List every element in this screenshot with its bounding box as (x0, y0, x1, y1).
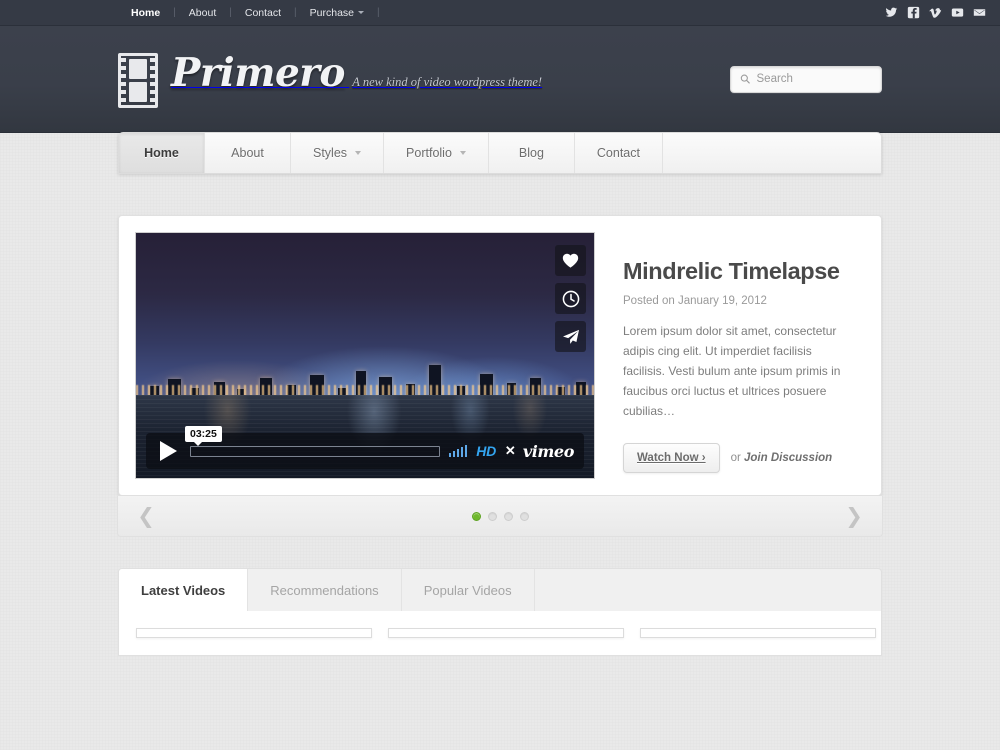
or-label: or (730, 452, 744, 464)
formula-one-race-car-thumbnail[interactable] (640, 628, 876, 638)
search-input[interactable] (756, 73, 872, 85)
site-logo[interactable]: Primero A new kind of video wordpress th… (118, 51, 542, 108)
tab-filler (535, 569, 881, 611)
scrubber[interactable]: 03:25 (185, 425, 441, 457)
tab-bar: Latest Videos Recommendations Popular Vi… (118, 568, 882, 611)
share-plane-icon[interactable] (555, 321, 586, 352)
fullscreen-icon[interactable]: ✕ (505, 443, 516, 459)
featured-date: Posted on January 19, 2012 (623, 295, 767, 307)
nav-filler (663, 133, 881, 173)
nav-item-about[interactable]: About (205, 133, 291, 173)
nav-item-blog-label: Blog (518, 146, 544, 160)
topnav-item-about[interactable]: About (176, 0, 229, 26)
youtube-icon[interactable] (951, 6, 964, 19)
carousel-prev-button[interactable]: ❮ (124, 496, 168, 536)
volume-icon[interactable] (449, 445, 468, 457)
featured-title: Mindrelic Timelapse (623, 258, 840, 284)
email-icon[interactable] (973, 6, 986, 19)
nav-item-blog[interactable]: Blog (489, 133, 575, 173)
tab-latest-videos[interactable]: Latest Videos (119, 569, 249, 611)
watch-later-clock-icon[interactable] (555, 283, 586, 314)
nav-item-portfolio-label: Portfolio (406, 146, 452, 160)
join-discussion-text: or Join Discussion (731, 452, 833, 464)
watch-now-button[interactable]: Watch Now › (623, 443, 720, 473)
social-links (885, 6, 986, 19)
tab-popular-videos[interactable]: Popular Videos (402, 569, 535, 611)
topnav-item-contact[interactable]: Contact (232, 0, 294, 26)
misty-mountains-thumbnail[interactable] (388, 628, 624, 638)
video-duration-tooltip: 03:25 (185, 425, 222, 446)
chevron-down-icon (358, 11, 365, 15)
nav-item-contact-label: Contact (596, 146, 640, 160)
play-button[interactable] (160, 441, 177, 461)
video-control-bar: 03:25 HD ✕ vimeo (146, 425, 584, 469)
featured-text: Mindrelic Timelapse Posted on January 19… (595, 232, 865, 479)
tab-panel (118, 611, 882, 656)
carousel-dot-4[interactable] (519, 511, 529, 521)
nav-item-home[interactable]: Home (119, 133, 205, 173)
carousel-dot-3[interactable] (503, 511, 513, 521)
featured-slide: 03:25 HD ✕ vimeo Mindrelic Timelapse Pos… (118, 215, 882, 496)
top-navigation: Home | About | Contact | Purchase | (118, 0, 380, 26)
carousel-dot-2[interactable] (487, 511, 497, 521)
film-strip-icon (118, 52, 158, 108)
top-bar: Home | About | Contact | Purchase | (0, 0, 1000, 26)
nav-item-styles[interactable]: Styles (291, 133, 385, 173)
featured-excerpt: Lorem ipsum dolor sit amet, consectetur … (623, 324, 841, 418)
carousel-dot-1[interactable] (471, 511, 481, 521)
topnav-item-home[interactable]: Home (118, 0, 173, 26)
nav-item-contact[interactable]: Contact (575, 133, 663, 173)
nav-item-home-label: Home (144, 146, 179, 160)
carousel-next-button[interactable]: ❯ (832, 496, 876, 536)
search-icon (740, 74, 750, 84)
vimeo-icon[interactable] (929, 6, 942, 19)
logo-tagline: A new kind of video wordpress theme! (352, 74, 543, 89)
motocross-rider-thumbnail[interactable] (136, 628, 372, 638)
logo-name: Primero (171, 49, 345, 96)
tab-latest-videos-label: Latest Videos (141, 582, 226, 598)
tab-popular-videos-label: Popular Videos (423, 582, 512, 598)
twitter-icon[interactable] (885, 6, 898, 19)
chevron-down-icon (355, 151, 362, 155)
heart-icon[interactable] (555, 245, 586, 276)
hd-badge[interactable]: HD (476, 443, 496, 459)
tab-recommendations[interactable]: Recommendations (248, 569, 402, 611)
facebook-icon[interactable] (907, 6, 920, 19)
nav-item-about-label: About (231, 146, 264, 160)
carousel-dots (471, 511, 529, 521)
topnav-item-purchase[interactable]: Purchase (297, 0, 377, 26)
featured-video-player[interactable]: 03:25 HD ✕ vimeo (135, 232, 595, 479)
site-header: Primero A new kind of video wordpress th… (0, 26, 1000, 133)
featured-actions: Watch Now › or Join Discussion (623, 443, 857, 473)
chevron-down-icon (459, 151, 466, 155)
topnav-separator: | (377, 7, 380, 18)
search-box[interactable] (730, 65, 882, 93)
main-navigation: Home About Styles Portfolio Blog Contact (118, 132, 882, 174)
tab-recommendations-label: Recommendations (270, 582, 379, 598)
nav-item-styles-label: Styles (313, 146, 348, 160)
join-discussion-link[interactable]: Join Discussion (744, 452, 832, 464)
topnav-item-purchase-label: Purchase (309, 6, 355, 19)
vimeo-logo[interactable]: vimeo (523, 442, 575, 461)
nav-item-portfolio[interactable]: Portfolio (384, 133, 489, 173)
video-overlay-actions (555, 245, 586, 352)
carousel-controls: ❮ ❯ (117, 496, 883, 537)
video-tabs-section: Latest Videos Recommendations Popular Vi… (118, 568, 882, 656)
